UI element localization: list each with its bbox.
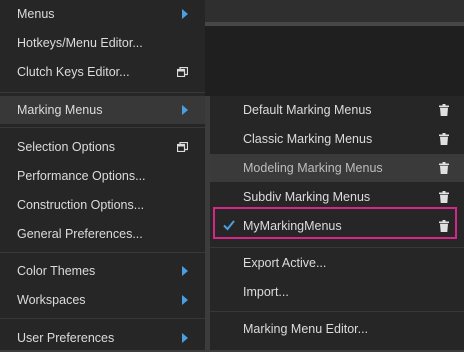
menu-item-label: Menus <box>17 7 55 21</box>
submenu-arrow-icon <box>182 333 188 343</box>
menu-divider <box>0 252 205 253</box>
menu-item-color-themes[interactable]: Color Themes <box>0 257 205 285</box>
submenu-arrow-icon <box>182 9 188 19</box>
submenu-divider <box>210 311 464 312</box>
background-viewport <box>205 26 464 96</box>
menu-divider <box>0 318 205 319</box>
menu-divider <box>0 92 205 93</box>
menu-item-label: Construction Options... <box>17 198 145 212</box>
menu-item-marking-menus[interactable]: Marking Menus <box>0 96 205 124</box>
submenu-arrow-icon <box>182 295 188 305</box>
option-box-icon[interactable] <box>177 142 188 152</box>
menu-item-label: Color Themes <box>17 264 96 278</box>
submenu-item-modeling-marking-menus[interactable]: Modeling Marking Menus <box>210 154 464 182</box>
menu-item-workspaces[interactable]: Workspaces <box>0 286 205 314</box>
submenu-arrow-icon <box>182 266 188 276</box>
menu-item-general-preferences[interactable]: General Preferences... <box>0 220 205 248</box>
submenu-item-classic-marking-menus[interactable]: Classic Marking Menus <box>210 125 464 153</box>
selection-highlight <box>213 207 457 239</box>
submenu-item-label: Default Marking Menus <box>243 103 372 117</box>
submenu-item-label: Export Active... <box>243 256 327 270</box>
menu-item-label: Performance Options... <box>17 169 146 183</box>
submenu-item-import[interactable]: Import... <box>210 278 464 306</box>
menu-item-label: Marking Menus <box>17 103 103 117</box>
menu-item-construction-options[interactable]: Construction Options... <box>0 191 205 219</box>
menu-item-menus[interactable]: Menus <box>0 0 205 28</box>
trash-icon[interactable] <box>439 133 449 145</box>
menu-item-label: Clutch Keys Editor... <box>17 65 130 79</box>
menu-item-hotkeys-menu-editor[interactable]: Hotkeys/Menu Editor... <box>0 29 205 57</box>
trash-icon[interactable] <box>439 162 449 174</box>
submenu-item-label: Classic Marking Menus <box>243 132 373 146</box>
trash-icon[interactable] <box>439 104 449 116</box>
menu-item-label: Workspaces <box>17 293 86 307</box>
menu-item-label: User Preferences <box>17 331 115 345</box>
submenu-arrow-icon <box>182 105 188 115</box>
trash-icon[interactable] <box>439 191 449 203</box>
option-box-icon[interactable] <box>177 67 188 77</box>
menu-item-user-preferences[interactable]: User Preferences <box>0 324 205 352</box>
menu-item-performance-options[interactable]: Performance Options... <box>0 162 205 190</box>
menu-item-selection-options[interactable]: Selection Options <box>0 133 205 161</box>
submenu-item-label: Subdiv Marking Menus <box>243 190 371 204</box>
menu-item-clutch-keys-editor[interactable]: Clutch Keys Editor... <box>0 58 205 86</box>
menu-item-label: Hotkeys/Menu Editor... <box>17 36 143 50</box>
menu-item-label: Selection Options <box>17 140 115 154</box>
menu-item-label: General Preferences... <box>17 227 143 241</box>
submenu-item-label: Marking Menu Editor... <box>243 322 369 336</box>
submenu-item-default-marking-menus[interactable]: Default Marking Menus <box>210 96 464 124</box>
main-menu: Menus Hotkeys/Menu Editor... Clutch Keys… <box>0 0 205 350</box>
submenu-item-export-active[interactable]: Export Active... <box>210 249 464 277</box>
submenu-divider <box>210 247 464 248</box>
submenu-item-label: Import... <box>243 285 289 299</box>
submenu-item-marking-menu-editor[interactable]: Marking Menu Editor... <box>210 315 464 343</box>
background-toolbar <box>205 0 464 22</box>
menu-divider <box>0 127 205 128</box>
submenu-item-label: Modeling Marking Menus <box>243 161 383 175</box>
